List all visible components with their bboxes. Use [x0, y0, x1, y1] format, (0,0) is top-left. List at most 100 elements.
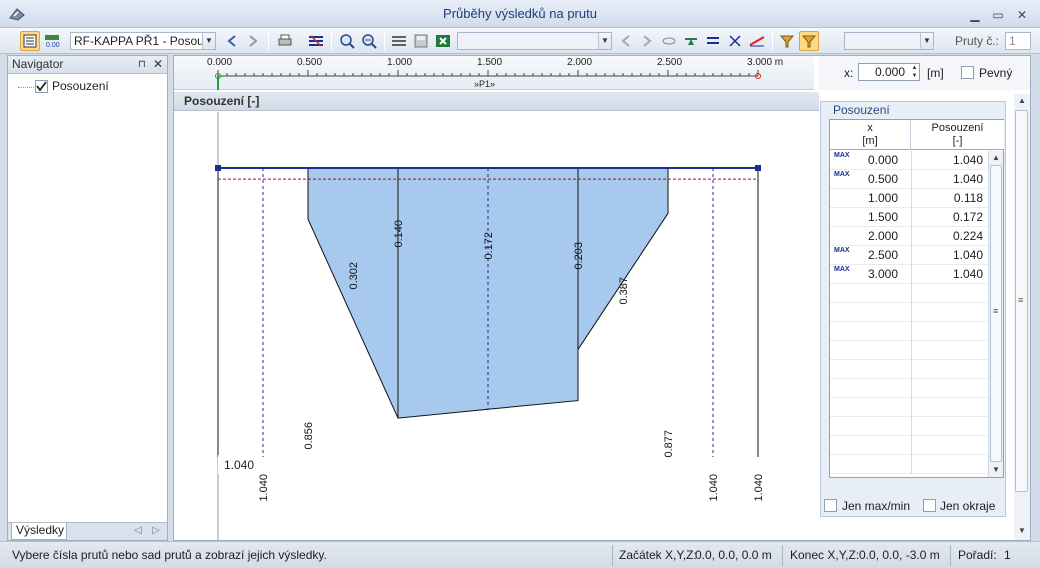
start-value-label: 1.040 — [224, 458, 254, 472]
table-row[interactable] — [830, 455, 988, 474]
load-case-text: RF-KAPPA PŘ1 - Posouzeni — [74, 34, 216, 48]
table-row[interactable]: 1.000 0.118 — [830, 189, 988, 208]
scroll-down-icon[interactable]: ▼ — [992, 465, 1000, 474]
ruler-tick-label: 2.500 — [657, 57, 683, 68]
chevron-down-icon: ▼ — [598, 33, 611, 49]
scroll-down-icon[interactable]: ▼ — [1018, 526, 1026, 535]
table-row[interactable] — [830, 417, 988, 436]
column-divider — [911, 455, 912, 474]
svg-text:0.00: 0.00 — [46, 42, 60, 49]
value-label: 0.140 — [393, 220, 405, 248]
next-member-icon[interactable] — [637, 31, 657, 51]
ruler-labels: 0.000 0.500 1.000 1.500 2.000 2.500 3.000 m — [174, 56, 814, 70]
chevron-down-icon: ▼ — [202, 33, 215, 49]
excel-export-icon[interactable] — [433, 31, 453, 51]
ruler-tick-label: 1.500 — [477, 57, 503, 68]
table-row[interactable] — [830, 341, 988, 360]
cell-x: 0.000 — [867, 153, 898, 167]
view-icon[interactable] — [659, 31, 679, 51]
max-min-checkbox[interactable] — [824, 499, 837, 512]
column-divider — [911, 151, 912, 170]
previous-icon[interactable] — [222, 31, 242, 51]
table-row[interactable] — [830, 398, 988, 417]
cell-posouzeni: 0.224 — [952, 229, 983, 243]
cut-icon[interactable] — [725, 31, 745, 51]
maximize-button[interactable]: ▭ — [988, 8, 1008, 22]
scroll-up-icon[interactable]: ▲ — [992, 153, 1000, 162]
content-scroll-thumb[interactable]: ≡ — [1015, 110, 1028, 492]
column-divider — [911, 265, 912, 284]
max-min-label: Jen max/min — [842, 499, 911, 513]
pin-icon[interactable]: ⊓ — [138, 56, 146, 73]
ruler-tick-label: 0.000 — [207, 57, 233, 68]
previous-member-icon[interactable] — [616, 31, 636, 51]
ruler-tick-label: 3.000 m — [747, 57, 784, 68]
load-case-combo[interactable]: RF-KAPPA PŘ1 - Posouzeni ▼ — [70, 32, 216, 50]
table-row[interactable] — [830, 303, 988, 322]
column-divider — [911, 284, 912, 303]
tab-vysledky[interactable]: Výsledky — [11, 523, 67, 540]
table-row[interactable]: 1.500 0.172 — [830, 208, 988, 227]
minimize-button[interactable]: ▁ — [965, 8, 985, 22]
diagram-layer: 1.040 0.856 0.302 0.140 0.172 0.203 0.387 0.877… — [215, 165, 765, 502]
cell-x: 3.000 — [867, 267, 898, 281]
table-scrollbar[interactable]: ▲ ≡ ▼ — [988, 151, 1003, 477]
table-row[interactable]: 2.000 0.224 — [830, 227, 988, 246]
filter-icon[interactable] — [777, 31, 797, 51]
table-row[interactable] — [830, 436, 988, 455]
col1-title: x — [867, 122, 873, 134]
cell-posouzeni: 1.040 — [952, 153, 983, 167]
cell-posouzeni: 1.040 — [952, 172, 983, 186]
table-row[interactable] — [830, 379, 988, 398]
x-unit: [m] — [927, 66, 944, 80]
status-divider — [950, 545, 951, 566]
close-button[interactable]: ✕ — [1012, 8, 1032, 22]
tab-prev-icon[interactable]: ◁ — [134, 525, 142, 536]
next-icon[interactable] — [243, 31, 263, 51]
toolbar: 0.00 RF-KAPPA PŘ1 - Posouzeni ▼ ▼ ▼ Pruty… — [0, 28, 1040, 89]
column-divider — [911, 436, 912, 455]
members-input[interactable]: 1 — [1005, 32, 1031, 50]
table-row[interactable]: MAX 3.000 1.040 — [830, 265, 988, 284]
filter-combo[interactable]: ▼ — [844, 32, 934, 50]
zoom-out-icon[interactable] — [359, 31, 379, 51]
table-row[interactable] — [830, 284, 988, 303]
content-scrollbar[interactable]: ▲ ≡ ▼ — [1014, 94, 1030, 540]
result-type-combo[interactable]: ▼ — [457, 32, 612, 50]
save-icon[interactable] — [411, 31, 431, 51]
value-display-icon[interactable]: 0.00 — [42, 31, 62, 51]
value-label: 1.040 — [258, 474, 270, 502]
table-scroll-thumb[interactable]: ≡ — [990, 165, 1002, 462]
table-row[interactable]: MAX 0.500 1.040 — [830, 170, 988, 189]
close-icon[interactable]: ✕ — [153, 56, 163, 73]
member-end-icon[interactable] — [703, 31, 723, 51]
column-divider — [911, 379, 912, 398]
edges-label: Jen okraje — [940, 499, 996, 513]
posouzeni-checkbox[interactable] — [35, 80, 48, 93]
table-row[interactable]: MAX 2.500 1.040 — [830, 246, 988, 265]
print-icon[interactable] — [275, 31, 295, 51]
x-spinner[interactable]: ▲ ▼ — [910, 64, 919, 80]
cell-x: 1.500 — [867, 210, 898, 224]
support-icon[interactable] — [681, 31, 701, 51]
table-row[interactable] — [830, 360, 988, 379]
tab-next-icon[interactable]: ▷ — [152, 525, 160, 536]
cell-x: 2.000 — [867, 229, 898, 243]
tree-item-posouzeni[interactable]: Posouzení — [52, 79, 109, 93]
filter-active-icon[interactable] — [799, 31, 819, 51]
edges-checkbox[interactable] — [923, 499, 936, 512]
scroll-up-icon[interactable]: ▲ — [1018, 96, 1026, 105]
zoom-in-icon[interactable] — [337, 31, 357, 51]
member-results-icon[interactable] — [306, 31, 326, 51]
value-label: 0.877 — [663, 430, 675, 458]
navigator-tabs: Výsledky ◁ ▷ — [8, 522, 167, 540]
list-view-icon[interactable] — [20, 31, 40, 51]
table-row[interactable] — [830, 322, 988, 341]
column-header-x: x [m] — [830, 120, 911, 150]
value-label: 0.203 — [573, 242, 585, 270]
deformation-icon[interactable] — [747, 31, 767, 51]
column-divider — [911, 303, 912, 322]
fixed-checkbox[interactable] — [961, 66, 974, 79]
scale-icon[interactable] — [389, 31, 409, 51]
table-row[interactable]: MAX 0.000 1.040 — [830, 151, 988, 170]
